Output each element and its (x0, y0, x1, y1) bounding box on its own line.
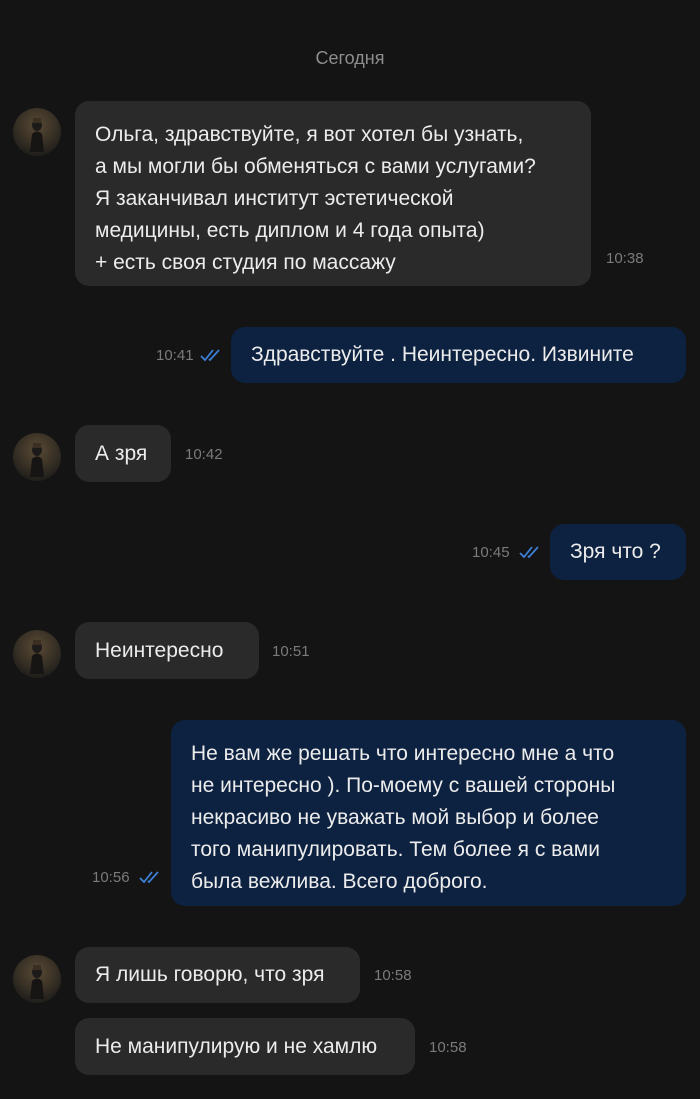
message-timestamp: 10:56 (92, 869, 130, 886)
message-bubble-outgoing[interactable]: Зря что ? (550, 524, 686, 580)
message-text-line: а мы могли бы обменяться с вами услугами… (95, 155, 536, 178)
message-timestamp: 10:41 (156, 347, 194, 364)
avatar[interactable] (13, 433, 61, 481)
message-bubble-incoming[interactable]: Я лишь говорю, что зря (75, 947, 360, 1003)
message-text-line: некрасиво не уважать мой выбор и более (191, 806, 599, 829)
message-text: Здравствуйте . Неинтересно. Извините (251, 343, 634, 366)
message-text-line: Не вам же решать что интересно мне а что (191, 742, 615, 765)
message-timestamp: 10:51 (272, 643, 310, 660)
message-bubble-outgoing[interactable]: Здравствуйте . Неинтересно. Извините (231, 327, 686, 383)
message-bubble-outgoing[interactable]: Не вам же решать что интересно мне а что… (171, 720, 686, 906)
message-bubble-incoming[interactable]: А зря (75, 425, 171, 482)
message-text: А зря (95, 442, 148, 465)
message-timestamp: 10:58 (429, 1039, 467, 1056)
message-text-line: медицины, есть диплом и 4 года опыта) (95, 219, 485, 242)
message-bubble-incoming[interactable]: Ольга, здравствуйте, я вот хотел бы узна… (75, 101, 591, 286)
message-timestamp: 10:42 (185, 446, 223, 463)
message-text-line: + есть своя студия по массажу (95, 251, 396, 274)
message-timestamp: 10:45 (472, 544, 510, 561)
message-text-line: Ольга, здравствуйте, я вот хотел бы узна… (95, 123, 524, 146)
message-text-line: была вежлива. Всего доброго. (191, 870, 488, 893)
message-text: Не манипулирую и не хамлю (95, 1035, 378, 1058)
message-text: Неинтересно (95, 639, 224, 662)
message-text: Я лишь говорю, что зря (95, 963, 325, 986)
message-text-line: не интересно ). По-моему с вашей стороны (191, 774, 616, 797)
date-separator: Сегодня (315, 48, 385, 68)
avatar[interactable] (13, 108, 61, 156)
message-text: Зря что ? (570, 540, 661, 563)
message-timestamp: 10:58 (374, 967, 412, 984)
message-text-line: того манипулировать. Тем более я с вами (191, 838, 600, 861)
double-check-icon (139, 870, 163, 884)
message-bubble-incoming[interactable]: Неинтересно (75, 622, 259, 679)
double-check-icon (519, 545, 543, 559)
avatar[interactable] (13, 630, 61, 678)
message-timestamp: 10:38 (606, 250, 644, 267)
avatar[interactable] (13, 955, 61, 1003)
message-text-line: Я заканчивал институт эстетической (95, 187, 454, 210)
message-bubble-incoming[interactable]: Не манипулирую и не хамлю (75, 1018, 415, 1075)
double-check-icon (200, 348, 224, 362)
